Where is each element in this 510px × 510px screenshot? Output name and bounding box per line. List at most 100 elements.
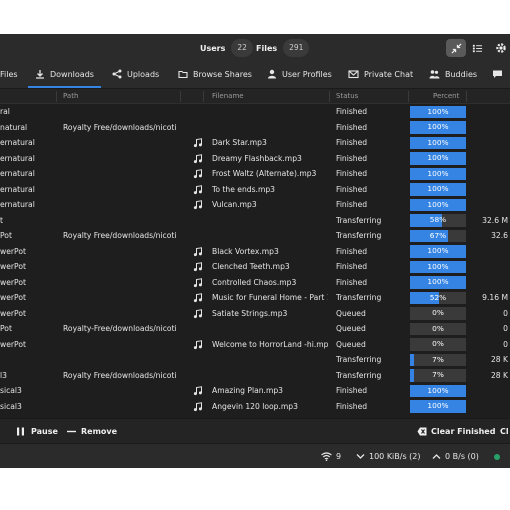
size-cell: 28 K [490,370,508,380]
table-row[interactable]: ernatural Frost Waltz (Alternate).mp3 Fini… [0,166,510,182]
column-header-status[interactable]: Status [336,89,358,103]
status-cell: Queued [336,324,366,333]
status-cell: Finished [336,184,368,194]
path-cell [63,259,179,275]
progress-bar: 100% [410,105,466,118]
progress-bar: 100% [410,183,466,196]
table-row[interactable]: werPot Welcome to HorrorLand -hi.mp Queued… [0,337,510,353]
clear-menu-button[interactable]: Cl [500,419,509,443]
column-header-path[interactable]: Path [63,89,78,103]
progress-label: 0% [432,339,444,348]
user-cell: werPot [0,277,26,287]
path-cell [63,399,179,415]
remove-button[interactable]: Remove [67,419,117,443]
app-window: Users 22 Files 291 Files Downloads Uploa… [0,34,510,468]
progress-bar: 7% [410,369,466,382]
tab-label: Private Chat [364,69,414,79]
table-row[interactable]: ral Finished 100% [0,104,510,120]
connection-status[interactable] [494,444,500,468]
table-row[interactable]: natural Royalty Free/downloads/nicoti Fini… [0,120,510,136]
table-row[interactable]: t Transferring 58% 32.6 M [0,213,510,229]
music-file-icon [193,386,202,396]
filename-cell: Black Vortex.mp3 [212,246,279,256]
share-icon [112,69,122,79]
tab-user-profiles[interactable]: User Profiles [267,62,332,86]
table-row[interactable]: sical3 Angevin 120 loop.mp3 Finished 100% [0,399,510,415]
table-row[interactable]: ernatural Dreamy Flashback.mp3 Finished 100… [0,151,510,167]
table-row[interactable]: werPot Clenched Teeth.mp3 Finished 100% [0,259,510,275]
status-cell: Finished [336,401,368,411]
filename-cell: Vulcan.mp3 [212,200,257,209]
size-cell [470,259,508,275]
filename-cell [212,228,328,244]
list-icon [472,44,482,52]
away-toggle-button[interactable] [446,39,466,57]
progress-bar: 100% [410,276,466,289]
path-cell [63,151,179,167]
path-cell [63,135,179,151]
table-row[interactable]: werPot Black Vortex.mp3 Finished 100% [0,244,510,260]
table-row[interactable]: Transferring 7% 28 K [0,352,510,368]
progress-label: 100% [427,122,449,131]
clear-finished-button[interactable]: Clear Finished [417,419,495,443]
table-row[interactable]: werPot Satiate Strings.mp3 Queued 0% 0 [0,306,510,322]
column-header-percent[interactable]: Percent [433,89,459,103]
filename-cell: Angevin 120 loop.mp3 [212,401,298,411]
users-label: Users [200,43,226,53]
tab-files[interactable]: Files [0,62,18,86]
person-icon [268,69,276,79]
size-cell [470,383,508,399]
table-row[interactable]: ernatural Vulcan.mp3 Finished 100% [0,197,510,213]
music-file-icon [193,169,202,179]
column-separator [329,91,330,102]
tab-uploads[interactable]: Uploads [112,62,159,86]
progress-bar: 100% [410,121,466,134]
tab-private-chat[interactable]: Private Chat [348,62,413,86]
table-row[interactable]: Pot Royalty Free/downloads/nicoti Transfer… [0,228,510,244]
music-file-icon [193,262,202,272]
chat-icon [493,70,502,78]
column-header-filename[interactable]: Filename [212,89,244,103]
path-cell [63,104,179,120]
user-cell: ernatural [0,200,35,209]
path-cell: Royalty Free/downloads/nicoti [63,370,177,380]
table-row[interactable]: werPot Music for Funeral Home - Part 1 Tra… [0,290,510,306]
tab-downloads[interactable]: Downloads [28,62,101,88]
chevron-up-icon [432,454,441,459]
progress-bar: 52% [410,291,466,304]
table-row[interactable]: ernatural Dark Star.mp3 Finished 100% [0,135,510,151]
tab-buddies[interactable]: Buddies [429,62,477,86]
path-cell [63,275,179,291]
pause-button[interactable]: Pause [16,419,58,443]
upload-speed-indicator[interactable]: 0 B/s (0) [432,444,479,468]
table-row[interactable]: l3 Royalty Free/downloads/nicoti Transferr… [0,368,510,384]
files-counter[interactable]: Files 291 [256,39,310,57]
progress-bar: 7% [410,353,466,366]
filename-cell: Amazing Plan.mp3 [212,386,284,395]
table-row[interactable]: werPot Controlled Chaos.mp3 Finished 100% [0,275,510,291]
music-file-icon [193,184,202,194]
progress-bar: 100% [410,198,466,211]
list-view-button[interactable] [467,39,487,57]
filename-cell: Welcome to HorrorLand -hi.mp [212,339,328,349]
connections-indicator[interactable]: 9 [321,444,341,468]
tab-chat-rooms[interactable] [492,62,508,86]
settings-button[interactable] [491,39,510,57]
table-row[interactable]: sical3 Amazing Plan.mp3 Finished 100% [0,383,510,399]
column-separator [408,91,409,102]
table-row[interactable]: ernatural To the ends.mp3 Finished 100% [0,182,510,198]
music-file-icon [193,200,202,210]
status-cell: Finished [336,277,368,287]
path-cell: Royalty Free/downloads/nicoti [63,231,177,240]
online-status-dot [494,453,500,460]
download-speed-indicator[interactable]: 100 KiB/s (2) [356,444,421,468]
status-cell: Transferring [336,370,382,380]
status-cell: Finished [336,246,368,256]
progress-bar: 58% [410,214,466,227]
progress-label: 100% [427,184,449,193]
status-cell: Queued [336,339,366,349]
path-cell [63,166,179,182]
table-row[interactable]: Pot Royalty-Free/downloads/nicoti Queued 0%… [0,321,510,337]
tab-browse-shares[interactable]: Browse Shares [178,62,252,86]
users-counter[interactable]: Users 22 [200,39,253,57]
